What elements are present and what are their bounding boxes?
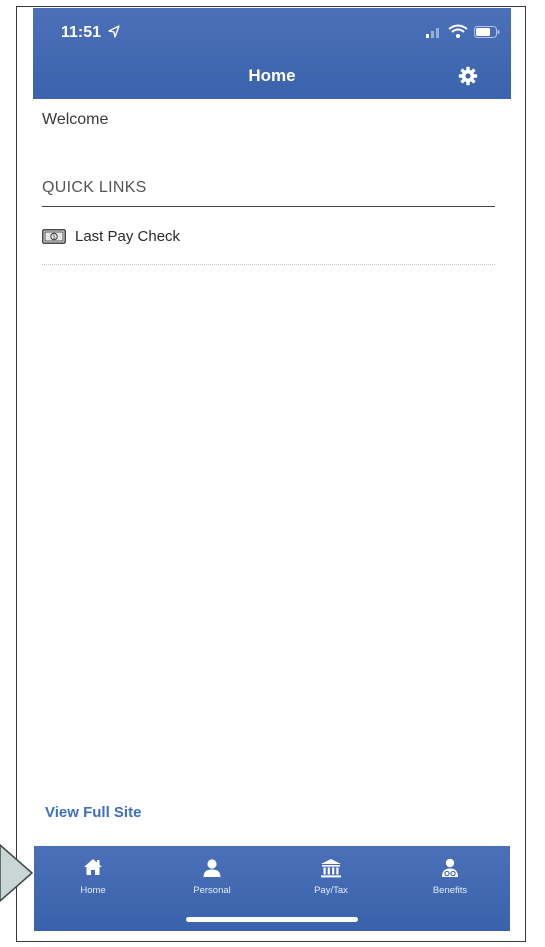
- signal-icon: [426, 28, 439, 38]
- benefits-icon: [442, 858, 458, 877]
- tab-label: Pay/Tax: [314, 885, 348, 896]
- gear-icon[interactable]: [458, 66, 478, 86]
- bank-icon: [321, 859, 341, 878]
- welcome-text: Welcome: [42, 111, 109, 128]
- svg-text:$: $: [53, 235, 56, 241]
- tab-home[interactable]: Home: [34, 846, 152, 906]
- cash-icon: $: [42, 229, 66, 244]
- tab-label: Benefits: [432, 885, 468, 896]
- battery-icon: [474, 26, 500, 38]
- wifi-icon: [448, 24, 468, 38]
- tab-label: Home: [80, 885, 106, 896]
- quick-link-label: Last Pay Check: [75, 228, 181, 245]
- app-header: 11:51 Home: [33, 8, 511, 99]
- tab-pay-tax[interactable]: Pay/Tax: [272, 846, 390, 906]
- view-full-site-link[interactable]: View Full Site: [45, 804, 141, 821]
- status-bar: 11:51: [33, 8, 511, 54]
- location-arrow-icon: [108, 25, 120, 38]
- page-title: Home: [248, 66, 296, 85]
- home-indicator[interactable]: [186, 917, 358, 922]
- list-divider: [42, 264, 495, 265]
- person-icon: [203, 859, 221, 877]
- quick-link-last-pay-check[interactable]: $ Last Pay Check: [42, 225, 495, 265]
- tab-personal[interactable]: Personal: [153, 846, 271, 906]
- bottom-tab-bar: Home Personal Pay/Tax Benefits: [34, 846, 510, 931]
- status-time: 11:51: [61, 24, 102, 41]
- tab-label: Personal: [193, 885, 231, 896]
- quick-links-heading: QUICK LINKS: [42, 179, 147, 196]
- tab-benefits[interactable]: Benefits: [391, 846, 509, 906]
- phone-screen: 11:51 Home Welcome QUICK LINKS $ Last Pa…: [33, 8, 511, 934]
- pointer-arrow-icon: [0, 844, 34, 902]
- home-icon: [84, 859, 102, 875]
- section-divider: [42, 206, 495, 207]
